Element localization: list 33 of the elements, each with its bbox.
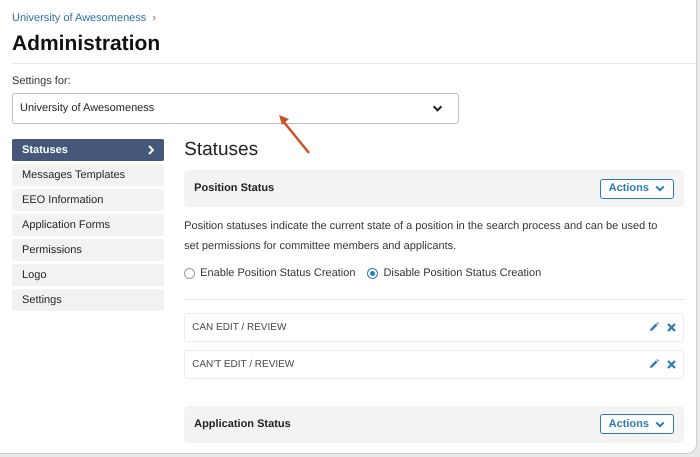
sidebar-item[interactable]: Application Forms	[12, 214, 164, 236]
chevron-down-icon	[655, 185, 665, 192]
chevron-right-icon	[148, 145, 154, 155]
sidebar-item[interactable]: Logo	[12, 264, 164, 286]
section-title: Application Status	[194, 416, 291, 432]
page-title: Administration	[12, 30, 162, 56]
sidebar-item[interactable]: Settings	[12, 289, 164, 311]
pencil-icon[interactable]	[649, 359, 659, 369]
close-icon[interactable]	[667, 360, 676, 368]
chevron-down-icon	[655, 420, 665, 428]
settings-select[interactable]: University of Awesomeness	[12, 93, 459, 124]
arrow-annotation	[277, 113, 311, 155]
radio-option[interactable]: Disable Position Status Creation	[367, 265, 542, 282]
close-icon[interactable]	[667, 322, 676, 332]
chevron-down-icon	[432, 105, 443, 112]
sidebar-item[interactable]: EEO Information	[12, 189, 164, 211]
status-name: CAN EDIT / REVIEW	[192, 320, 286, 334]
section-title: Position Status	[194, 181, 274, 196]
radio-button[interactable]	[184, 268, 196, 279]
actions-button[interactable]: Actions	[600, 178, 674, 198]
sidebar-item[interactable]: Statuses	[12, 139, 164, 161]
pencil-icon[interactable]	[649, 322, 659, 332]
settings-label: Settings for:	[12, 74, 72, 88]
radio-button[interactable]	[367, 268, 378, 279]
status-name: CAN'T EDIT / REVIEW	[192, 358, 294, 372]
radio-option[interactable]: Enable Position Status Creation	[184, 265, 356, 282]
breadcrumb-separator: ›	[152, 11, 156, 26]
actions-button[interactable]: Actions	[600, 414, 674, 434]
section-heading: Statuses	[184, 138, 260, 162]
description-text: Position statuses indicate the current state of a position in the search process and can be used to set permissions for committee members and applicants.	[184, 219, 658, 254]
sidebar-item[interactable]: Permissions	[12, 239, 164, 261]
breadcrumb-link[interactable]: University of Awesomeness	[12, 10, 146, 26]
sidebar-item[interactable]: Messages Templates	[12, 164, 164, 186]
